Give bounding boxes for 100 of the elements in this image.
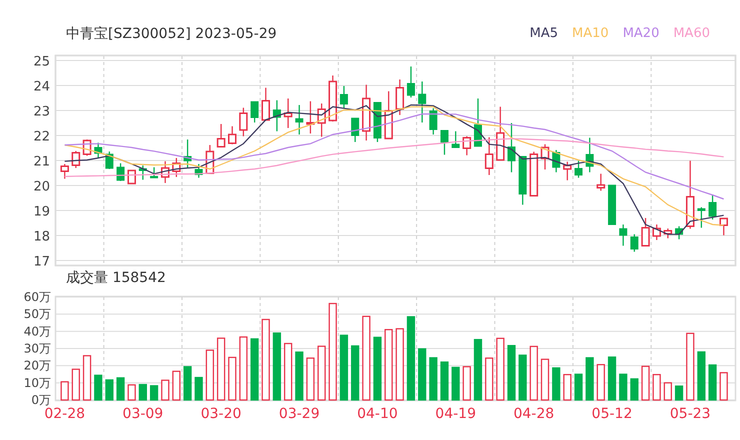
volume-bar bbox=[105, 379, 114, 401]
candlestick bbox=[418, 82, 426, 122]
axis-label: 24 bbox=[33, 80, 50, 94]
volume-bar bbox=[720, 372, 728, 401]
axis-label: 03-29 bbox=[278, 406, 320, 422]
candlestick bbox=[127, 170, 136, 184]
candlestick bbox=[518, 156, 527, 205]
volume-bar bbox=[507, 344, 516, 401]
candlestick bbox=[396, 80, 404, 115]
candlestick bbox=[652, 224, 661, 240]
candlestick bbox=[72, 151, 80, 168]
volume-bar bbox=[452, 366, 460, 401]
axis-label: 21 bbox=[33, 154, 50, 170]
axis-label: 60万 bbox=[24, 290, 51, 304]
axis-label: 04-19 bbox=[435, 406, 476, 422]
volume-bar bbox=[94, 374, 102, 401]
legend-label: MA60 bbox=[673, 25, 710, 43]
candlestick bbox=[272, 100, 281, 132]
volume-bar bbox=[418, 348, 426, 401]
candlestick bbox=[184, 140, 192, 168]
volume-bar bbox=[72, 368, 80, 401]
candlestick bbox=[552, 150, 560, 172]
volume-bar bbox=[485, 358, 494, 401]
candlestick bbox=[250, 101, 259, 122]
candlestick bbox=[384, 91, 393, 140]
volume-bar bbox=[630, 378, 638, 401]
candlestick bbox=[484, 137, 494, 175]
candlestick bbox=[452, 131, 460, 148]
candlestick bbox=[295, 105, 304, 134]
volume-bar bbox=[60, 381, 69, 401]
axis-label: 05-12 bbox=[592, 406, 632, 422]
chart-title: 中青宝[SZ300052] 2023-05-29 bbox=[66, 25, 277, 43]
volume-bar bbox=[128, 384, 136, 401]
candlestick bbox=[194, 164, 203, 178]
volume-bar bbox=[474, 338, 482, 401]
axis-label: 50万 bbox=[24, 307, 51, 322]
candlestick bbox=[708, 194, 717, 220]
axis-label: 40万 bbox=[24, 324, 51, 338]
candlestick bbox=[540, 144, 550, 170]
candlestick bbox=[697, 207, 706, 228]
volume-bar bbox=[194, 376, 203, 401]
candlestick bbox=[596, 174, 606, 191]
volume-bar bbox=[552, 367, 560, 401]
candlestick bbox=[138, 166, 147, 180]
axis-label: 03-20 bbox=[200, 406, 242, 422]
candlestick bbox=[160, 161, 170, 183]
axis-label: 04-28 bbox=[514, 406, 554, 422]
axis-label: 10万 bbox=[24, 376, 51, 390]
volume-bar bbox=[496, 338, 504, 401]
axis-label: 05-23 bbox=[670, 406, 711, 422]
axis-label: 02-28 bbox=[44, 406, 86, 422]
candlestick bbox=[608, 184, 616, 225]
candlestick bbox=[262, 88, 270, 121]
volume-bar bbox=[530, 346, 538, 401]
candlestick bbox=[440, 130, 448, 155]
axis-label: 30万 bbox=[24, 342, 51, 356]
volume-bar bbox=[619, 374, 628, 401]
candlestick bbox=[686, 160, 694, 229]
candlestick bbox=[373, 102, 382, 142]
volume-bar bbox=[563, 374, 572, 401]
volume-bar bbox=[183, 366, 192, 401]
candlestick bbox=[530, 152, 538, 196]
candlestick bbox=[239, 108, 248, 136]
candlestick bbox=[340, 86, 348, 108]
candlestick bbox=[206, 145, 214, 174]
candlestick bbox=[586, 138, 594, 172]
volume-bar bbox=[206, 350, 214, 401]
candlestick bbox=[216, 124, 226, 148]
axis-label: 22 bbox=[33, 130, 50, 144]
candlestick bbox=[719, 218, 728, 236]
candlestick bbox=[172, 158, 181, 177]
candlestick bbox=[675, 226, 684, 240]
axis-label: 18 bbox=[33, 230, 50, 244]
candlestick bbox=[574, 160, 583, 178]
volume-bar bbox=[574, 374, 583, 401]
volume-bar bbox=[586, 357, 594, 401]
volume-bar bbox=[82, 355, 92, 401]
candlestick bbox=[563, 162, 572, 180]
volume-bar bbox=[216, 338, 226, 401]
candlestick bbox=[664, 228, 672, 238]
axis-label: 23 bbox=[33, 104, 50, 120]
volume-bar bbox=[138, 384, 147, 401]
volume-bar bbox=[674, 386, 684, 401]
volume-bar bbox=[272, 332, 282, 401]
volume-bar bbox=[351, 345, 360, 401]
volume-bar bbox=[295, 352, 304, 401]
axis-label: 0万 bbox=[31, 393, 51, 407]
axis-label: 03-09 bbox=[122, 406, 164, 422]
volume-bar bbox=[652, 374, 661, 401]
volume-bar bbox=[686, 332, 694, 401]
volume-bar bbox=[373, 336, 382, 401]
volume-bar bbox=[340, 334, 348, 401]
candlestick bbox=[619, 224, 628, 246]
volume-bar bbox=[318, 346, 326, 401]
volume-bar bbox=[440, 361, 449, 401]
volume-bar bbox=[306, 358, 315, 401]
volume-bar bbox=[228, 356, 236, 401]
volume-bar bbox=[284, 342, 292, 401]
axis-label: 19 bbox=[33, 204, 50, 220]
candlestick bbox=[317, 104, 326, 137]
